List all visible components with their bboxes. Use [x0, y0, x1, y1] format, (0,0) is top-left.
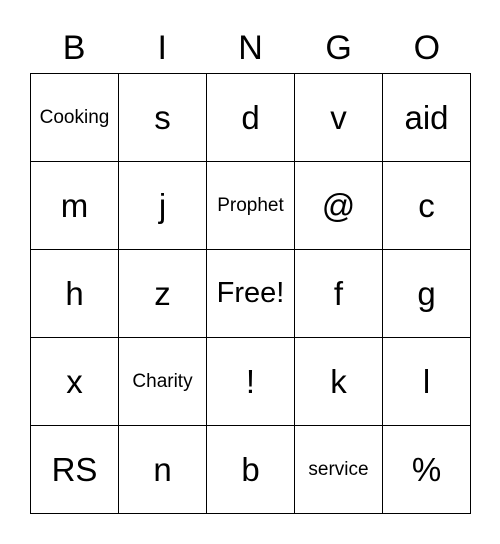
bingo-cell[interactable]: z	[119, 250, 207, 338]
bingo-cell[interactable]: c	[383, 162, 471, 250]
bingo-cell[interactable]: service	[295, 426, 383, 514]
bingo-cell[interactable]: !	[207, 338, 295, 426]
bingo-cell[interactable]: Cooking	[31, 74, 119, 162]
bingo-cell[interactable]: d	[207, 74, 295, 162]
bingo-cell[interactable]: h	[31, 250, 119, 338]
bingo-cell[interactable]: x	[31, 338, 119, 426]
bingo-cell[interactable]: m	[31, 162, 119, 250]
bingo-cell[interactable]: @	[295, 162, 383, 250]
bingo-cell[interactable]: f	[295, 250, 383, 338]
bingo-cell[interactable]: j	[119, 162, 207, 250]
bingo-cell[interactable]: l	[383, 338, 471, 426]
header-letter-g: G	[325, 29, 352, 67]
header-letter-o: O	[413, 29, 441, 67]
bingo-cell[interactable]: k	[295, 338, 383, 426]
bingo-cell[interactable]: %	[383, 426, 471, 514]
bingo-cell[interactable]: Prophet	[207, 162, 295, 250]
header-letter-b: B	[62, 29, 86, 67]
bingo-cell[interactable]: s	[119, 74, 207, 162]
bingo-cell[interactable]: g	[383, 250, 471, 338]
header-letter-i: I	[157, 29, 167, 67]
bingo-header: B I N G O	[30, 24, 471, 72]
bingo-cell[interactable]: Charity	[119, 338, 207, 426]
bingo-cell[interactable]: n	[119, 426, 207, 514]
bingo-cell[interactable]: aid	[383, 74, 471, 162]
bingo-cell[interactable]: RS	[31, 426, 119, 514]
bingo-cell[interactable]: b	[207, 426, 295, 514]
bingo-grid: Cooking s d v aid m j Prophet @ c h z Free! f g x Charit…	[30, 73, 471, 514]
bingo-cell[interactable]: v	[295, 74, 383, 162]
header-letter-n: N	[238, 29, 263, 67]
free-space-cell[interactable]: Free!	[207, 250, 295, 338]
